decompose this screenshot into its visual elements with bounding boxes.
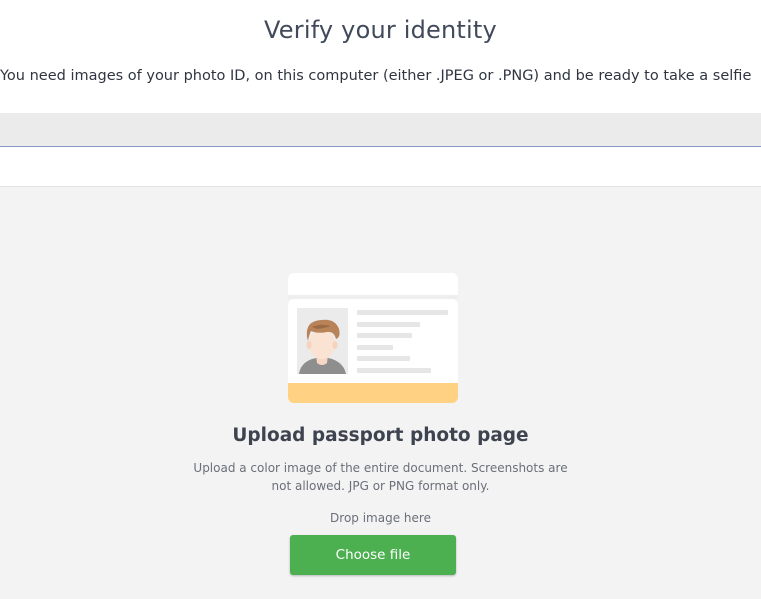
header-band (0, 113, 761, 147)
page-subtitle: You need images of your photo ID, on thi… (0, 68, 752, 84)
upload-heading: Upload passport photo page (232, 425, 529, 446)
choose-file-button[interactable]: Choose file (290, 535, 456, 575)
page-title: Verify your identity (264, 16, 497, 44)
content-band (0, 147, 761, 187)
passport-id-card-icon (288, 273, 458, 403)
verify-identity-page: Verify your identity You need images of … (0, 0, 761, 599)
drop-image-label: Drop image here (330, 511, 431, 525)
upload-description: Upload a color image of the entire docum… (193, 461, 568, 493)
